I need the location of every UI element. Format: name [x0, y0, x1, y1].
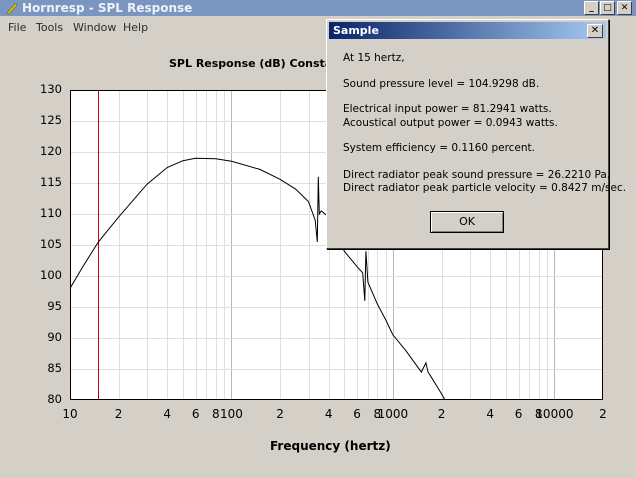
x-tick-label: 4	[324, 407, 333, 421]
horn-app-icon	[6, 2, 18, 15]
x-tick-label: 2	[276, 407, 284, 421]
dialog-titlebar[interactable]: Sample ✕	[329, 22, 606, 39]
dialog-peak-pressure-text: Direct radiator peak sound pressure = 26…	[343, 169, 611, 181]
dialog-close-button[interactable]: ✕	[587, 24, 603, 38]
y-tick-label: 80	[47, 392, 62, 406]
y-tick-label: 110	[40, 206, 62, 220]
y-tick-label: 125	[40, 113, 62, 127]
window-title: Hornresp - SPL Response	[22, 1, 193, 15]
minimize-button[interactable]: _	[584, 1, 599, 15]
x-tick-label: 6	[191, 407, 200, 421]
dialog-title: Sample	[333, 24, 379, 37]
dialog-spl-text: Sound pressure level = 104.9298 dB.	[343, 78, 540, 90]
x-tick-label: 2	[114, 407, 123, 421]
maximize-button[interactable]: □	[600, 1, 615, 15]
y-tick-label: 115	[40, 175, 62, 189]
chart-title: SPL Response (dB) Consta	[169, 57, 333, 70]
x-tick-label: 10	[62, 407, 78, 421]
x-tick-label: 4	[486, 407, 494, 421]
x-tick-label: 10000	[535, 407, 574, 421]
sample-dialog: Sample ✕ At 15 hertz, Sound pressure lev…	[326, 19, 626, 249]
x-tick-label: 2	[437, 407, 446, 421]
menu-help[interactable]: Help	[123, 21, 148, 34]
dialog-efficiency-text: System efficiency = 0.1160 percent.	[343, 142, 535, 154]
x-tick-label: 1000	[377, 407, 409, 421]
y-tick-label: 120	[40, 144, 62, 158]
menu-file[interactable]: File	[8, 21, 26, 34]
menu-tools[interactable]: Tools	[36, 21, 63, 34]
x-tick-label: 8	[211, 407, 220, 421]
y-tick-label: 95	[47, 299, 62, 313]
x-tick-label: 4	[163, 407, 172, 421]
dialog-acoustical-power-text: Acoustical output power = 0.0943 watts.	[343, 117, 558, 129]
close-window-button[interactable]: ✕	[617, 1, 632, 15]
x-axis-label: Frequency (hertz)	[270, 439, 391, 453]
dialog-peak-velocity-text: Direct radiator peak particle velocity =…	[343, 182, 627, 194]
menu-window[interactable]: Window	[73, 21, 116, 34]
x-tick-label: 6	[353, 407, 361, 421]
x-tick-label: 6	[514, 407, 523, 421]
y-tick-label: 105	[40, 237, 62, 251]
y-tick-label: 100	[40, 268, 62, 282]
dialog-frequency-text: At 15 hertz,	[343, 52, 405, 64]
ok-button[interactable]: OK	[430, 211, 504, 233]
x-tick-label: 100	[220, 407, 243, 421]
y-tick-label: 85	[47, 361, 62, 375]
y-tick-label: 90	[47, 330, 62, 344]
y-tick-label: 130	[40, 82, 62, 96]
dialog-electrical-power-text: Electrical input power = 81.2941 watts.	[343, 103, 552, 115]
window-titlebar[interactable]: Hornresp - SPL Response _ □ ✕	[0, 0, 636, 16]
x-tick-label: 2	[599, 407, 607, 421]
